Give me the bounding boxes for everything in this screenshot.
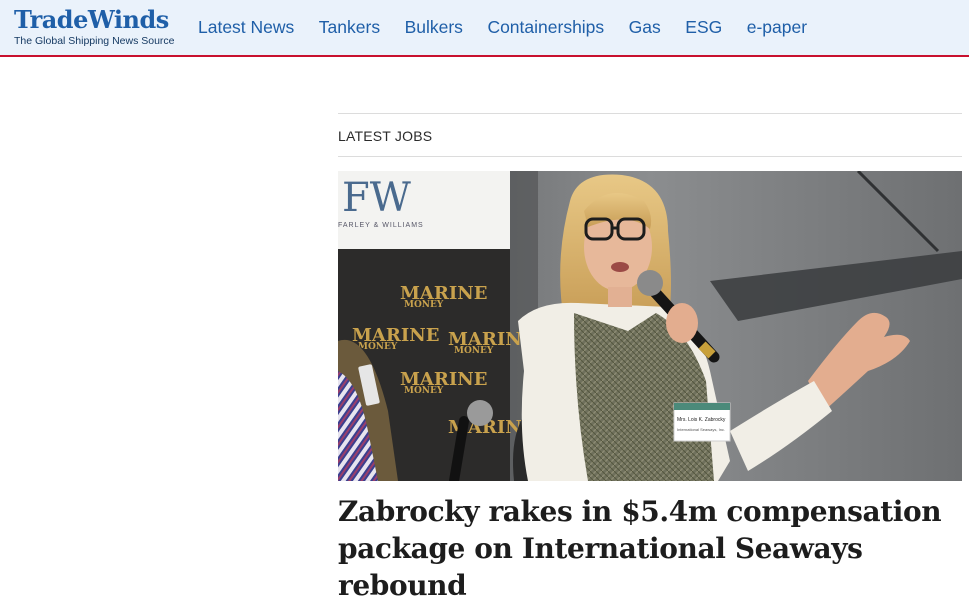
nav-esg[interactable]: ESG (685, 0, 722, 59)
banner-logo-letters: FW (342, 175, 411, 221)
logo-wordmark: TradeWinds (14, 5, 169, 34)
nav-gas[interactable]: Gas (629, 0, 661, 59)
badge-name: Mrs. Lois K. Zabrocky (677, 417, 726, 423)
speaker-photo-illustration: FW FARLEY & WILLIAMS MARINE MONEY MARINE… (338, 171, 962, 481)
banner-logo-sub: FARLEY & WILLIAMS (338, 222, 424, 229)
article-headline[interactable]: Zabrocky rakes in $5.4m compensation pac… (338, 493, 969, 604)
badge-org: International Seaways, Inc. (677, 427, 725, 432)
latest-jobs-section: LATEST JOBS FW FARLEY & WILLIAMS MARINE … (338, 113, 962, 604)
nav-latest-news[interactable]: Latest News (198, 0, 294, 59)
backdrop-mark-2-sub: MONEY (358, 342, 398, 352)
article-photo[interactable]: FW FARLEY & WILLIAMS MARINE MONEY MARINE… (338, 171, 962, 481)
backdrop-mark-1-sub: MONEY (404, 300, 444, 310)
site-logo[interactable]: TradeWinds The Global Shipping News Sour… (14, 5, 175, 48)
nav-bulkers[interactable]: Bulkers (405, 0, 463, 59)
nav-tankers[interactable]: Tankers (319, 0, 380, 59)
backdrop-mark-4-sub: MONEY (404, 386, 444, 396)
backdrop-mark-3-sub: MONEY (454, 346, 494, 356)
site-header: TradeWinds The Global Shipping News Sour… (0, 0, 969, 57)
nav-containerships[interactable]: Containerships (487, 0, 604, 59)
main-nav: Latest News Tankers Bulkers Containershi… (198, 0, 832, 57)
nav-e-paper[interactable]: e-paper (747, 0, 807, 59)
section-heading: LATEST JOBS (338, 113, 962, 157)
logo-tagline: The Global Shipping News Source (14, 35, 175, 47)
